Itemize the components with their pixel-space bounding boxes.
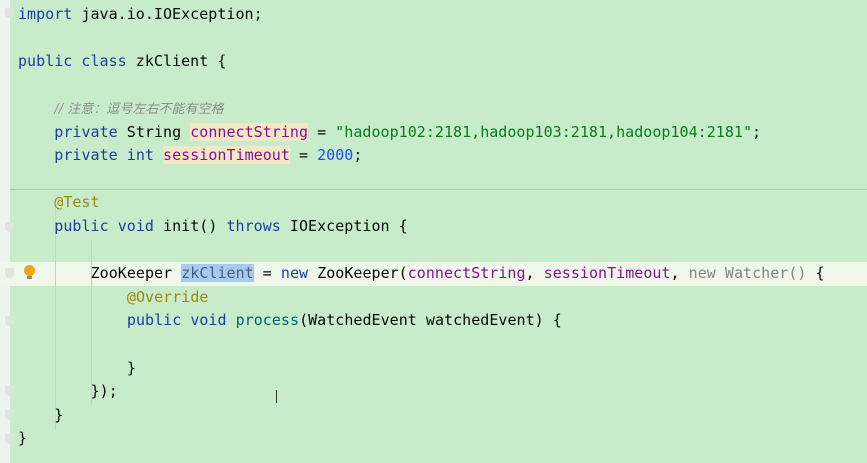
code-token: new Watcher() — [688, 264, 807, 283]
code-token: @Test — [54, 193, 100, 212]
code-line[interactable]: }); — [91, 379, 118, 403]
code-token: // 注意：逗号左右不能有空格 — [54, 101, 224, 117]
code-token: private int — [54, 146, 164, 165]
code-token: new — [280, 264, 318, 283]
fold-icon[interactable] — [5, 434, 14, 444]
code-token: process — [235, 311, 300, 330]
code-line[interactable]: // 注意：逗号左右不能有空格 — [54, 96, 223, 120]
code-token: zkClient { — [135, 51, 227, 70]
fold-icon[interactable] — [5, 8, 14, 18]
code-token: ; — [752, 122, 762, 141]
fold-icon[interactable] — [5, 268, 14, 278]
fold-icon[interactable] — [5, 386, 14, 396]
code-line[interactable]: @Test — [54, 190, 99, 214]
code-token: }); — [90, 382, 118, 401]
code-line[interactable]: @Override — [127, 285, 209, 309]
code-line[interactable]: public void init() throws IOException { — [54, 214, 407, 238]
code-token: public void — [54, 216, 164, 235]
code-token: 2000 — [317, 146, 354, 165]
code-line[interactable]: } — [127, 356, 136, 380]
code-token: throws — [226, 216, 290, 235]
code-token: IOException { — [289, 216, 408, 235]
code-token: = — [308, 122, 336, 141]
code-token: public class — [18, 51, 136, 70]
code-line[interactable]: } — [54, 403, 63, 427]
code-token: connectString — [407, 264, 526, 283]
code-token: = — [289, 146, 318, 165]
code-token: ; — [353, 146, 363, 165]
code-token: } — [54, 405, 64, 424]
code-token: } — [18, 429, 28, 448]
code-token: sessionTimeout — [163, 146, 290, 165]
code-token: String — [126, 122, 191, 141]
code-token: ZooKeeper — [90, 264, 182, 283]
code-token: connectString — [190, 122, 309, 141]
code-token: (WatchedEvent watchedEvent) { — [299, 311, 562, 330]
code-line[interactable]: private int sessionTimeout = 2000; — [54, 143, 362, 167]
code-token: , — [670, 264, 689, 283]
code-token: = — [253, 264, 281, 283]
method-separator — [10, 189, 867, 190]
fold-icon[interactable] — [5, 410, 14, 420]
code-token: sessionTimeout — [543, 264, 671, 283]
lightbulb-icon[interactable] — [24, 265, 35, 279]
code-token: private — [54, 122, 127, 141]
fold-icon[interactable] — [5, 222, 14, 232]
selected-identifier: zkClient — [181, 264, 254, 283]
code-line[interactable]: import java.io.IOException; — [18, 2, 263, 26]
code-line[interactable]: ZooKeeper zkClient = new ZooKeeper(conne… — [91, 261, 825, 285]
code-token: , — [525, 264, 544, 283]
code-token: init() — [163, 216, 227, 235]
code-line[interactable]: } — [18, 426, 27, 450]
code-token: ZooKeeper( — [317, 264, 408, 283]
text-cursor-icon — [276, 390, 283, 403]
code-token: "hadoop102:2181,hadoop103:2181,hadoop104… — [335, 122, 753, 141]
code-token: import — [18, 4, 82, 23]
code-token: { — [806, 264, 825, 283]
code-token: } — [126, 358, 136, 377]
code-line[interactable]: public void process(WatchedEvent watched… — [127, 308, 562, 332]
fold-icon[interactable] — [5, 316, 14, 326]
code-token: java.io.IOException; — [81, 4, 263, 23]
code-token: @Override — [126, 287, 209, 306]
code-line[interactable]: private String connectString = "hadoop10… — [54, 120, 761, 144]
code-token: public void — [126, 311, 236, 330]
code-line[interactable]: public class zkClient { — [18, 49, 226, 73]
